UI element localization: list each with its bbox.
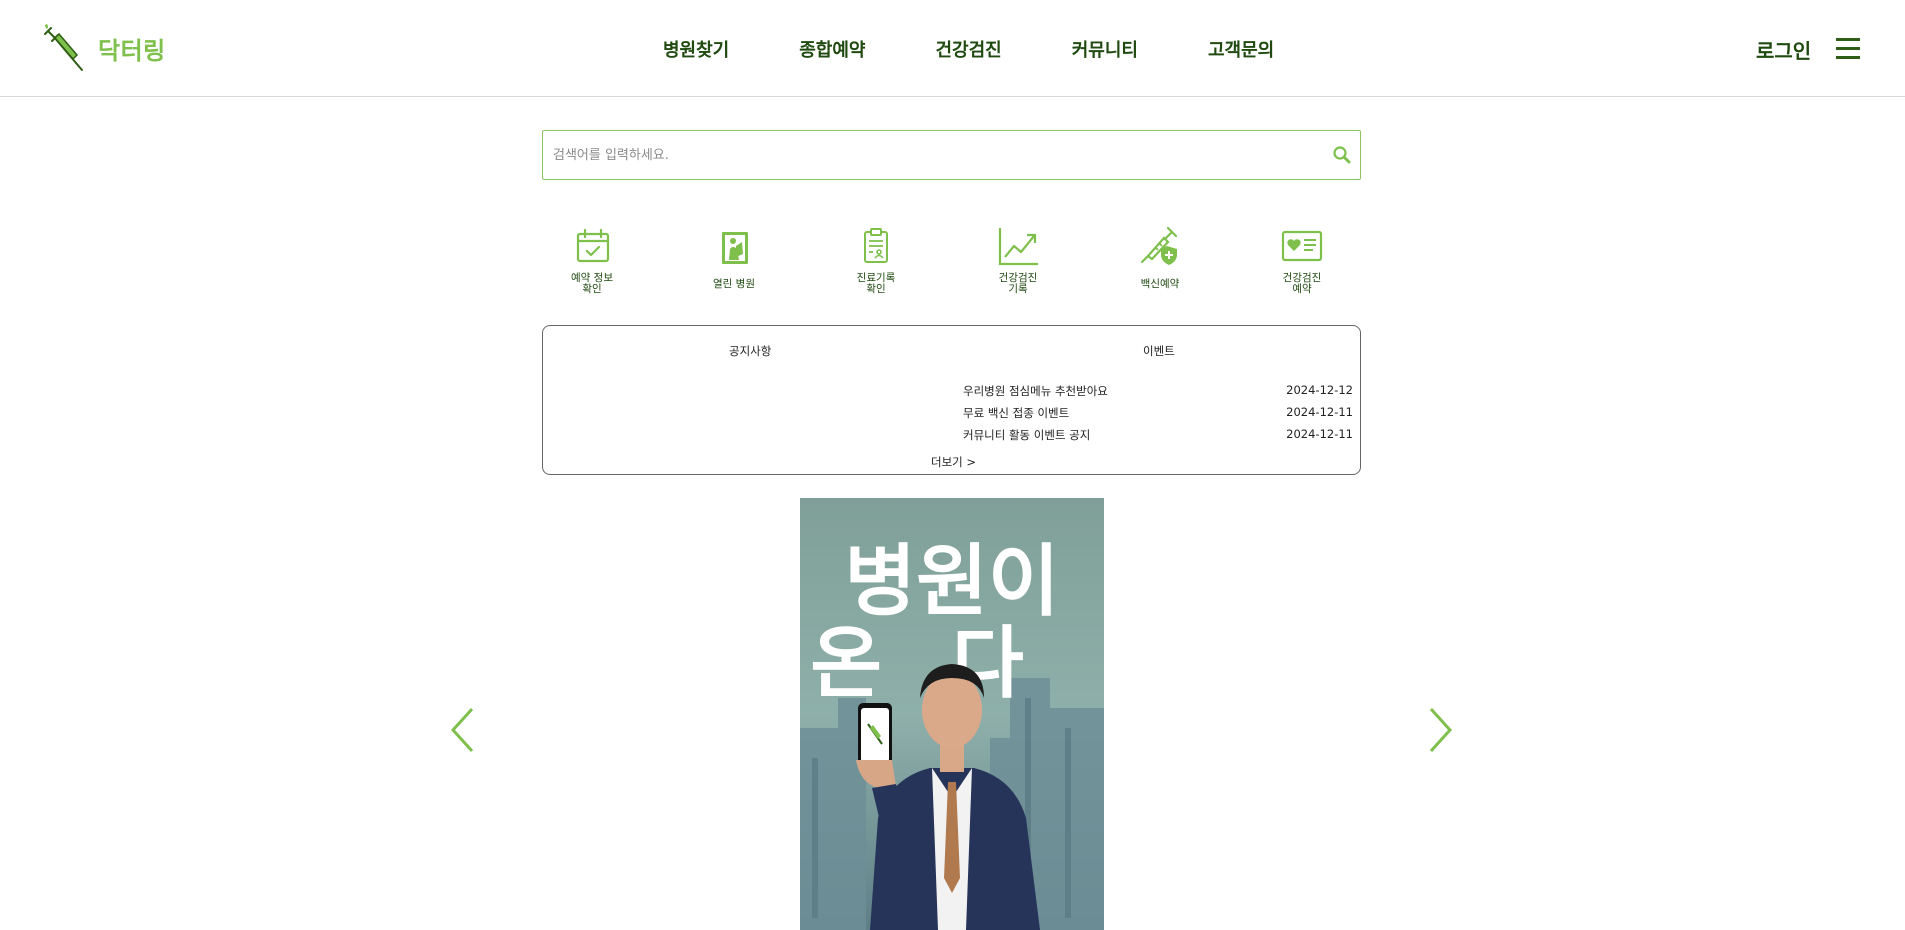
- open-door-person-icon: [722, 232, 748, 264]
- list-item-title: 커뮤니티 활동 이벤트 공지: [963, 428, 1091, 442]
- nav-find-hospital[interactable]: 병원찾기: [663, 36, 729, 62]
- nav-customer-support[interactable]: 고객문의: [1208, 36, 1274, 62]
- notice-board: 공지사항 이벤트 우리병원 점심메뉴 추천받아요 2024-12-12 무료 백…: [542, 325, 1361, 475]
- list-item[interactable]: 커뮤니티 활동 이벤트 공지 2024-12-11: [963, 427, 1353, 445]
- nav-health-checkup[interactable]: 건강검진: [936, 36, 1002, 62]
- quick-label-line1: 백신예약: [1140, 278, 1180, 290]
- calendar-check-icon: [576, 228, 610, 263]
- list-item-title: 무료 백신 접종 이벤트: [963, 406, 1070, 420]
- quick-checkup-history[interactable]: 건강검진 기록: [968, 224, 1068, 295]
- list-item-title: 우리병원 점심메뉴 추천받아요: [963, 384, 1108, 398]
- hamburger-menu-icon[interactable]: [1836, 36, 1860, 60]
- site-header: 닥터링 병원찾기 종합예약 건강검진 커뮤니티 고객문의 로그인: [0, 0, 1905, 97]
- quick-label-line2: 확인: [582, 283, 602, 295]
- tab-notice[interactable]: 공지사항: [729, 343, 771, 359]
- logo-link[interactable]: 닥터링: [40, 22, 166, 74]
- search-input[interactable]: [553, 131, 1313, 179]
- search-icon[interactable]: [1331, 144, 1353, 166]
- quick-checkup-reservation[interactable]: 건강검진 예약: [1252, 224, 1352, 295]
- quick-open-hospital[interactable]: 열린 병원: [684, 224, 784, 290]
- banner-image[interactable]: 병원이 온다: [800, 498, 1104, 930]
- nav-community[interactable]: 커뮤니티: [1072, 36, 1138, 62]
- quick-medical-record[interactable]: 진료기록 확인: [826, 224, 926, 295]
- clipboard-record-icon: [864, 228, 888, 263]
- main-nav: 병원찾기 종합예약 건강검진 커뮤니티 고객문의: [663, 36, 1274, 62]
- login-link[interactable]: 로그인: [1756, 35, 1811, 64]
- banner-artwork: 병원이 온다: [800, 498, 1104, 930]
- logo-text: 닥터링: [98, 36, 166, 65]
- nav-reservation[interactable]: 종합예약: [799, 36, 865, 62]
- banner-headline-line1: 병원이: [844, 537, 1059, 627]
- search-bar: [542, 130, 1361, 180]
- list-item-date: 2024-12-12: [1286, 383, 1353, 397]
- more-link[interactable]: 더보기 >: [931, 454, 976, 470]
- quick-label-line1: 열린 병원: [713, 278, 755, 290]
- quick-menu: 예약 정보 확인 열린 병원 진료기록 확인 건강검진 기록 백신예약 건강검진…: [542, 224, 1361, 304]
- quick-reservation-info[interactable]: 예약 정보 확인: [542, 224, 642, 295]
- tab-event[interactable]: 이벤트: [1143, 343, 1175, 359]
- quick-vaccine-reservation[interactable]: 백신예약: [1110, 224, 1210, 290]
- chevron-left-icon[interactable]: [448, 706, 478, 754]
- list-item[interactable]: 무료 백신 접종 이벤트 2024-12-11: [963, 405, 1353, 423]
- vaccine-shield-icon: [1140, 226, 1178, 265]
- quick-label-line2: 확인: [866, 283, 886, 295]
- trend-chart-icon: [998, 228, 1038, 266]
- syringe-icon: [44, 24, 83, 71]
- list-item[interactable]: 우리병원 점심메뉴 추천받아요 2024-12-12: [963, 383, 1353, 401]
- chevron-right-icon[interactable]: [1425, 706, 1455, 754]
- quick-label-line2: 기록: [1008, 283, 1028, 295]
- list-item-date: 2024-12-11: [1286, 405, 1353, 419]
- quick-label-line2: 예약: [1292, 283, 1312, 295]
- health-card-icon: [1281, 230, 1323, 262]
- list-item-date: 2024-12-11: [1286, 427, 1353, 441]
